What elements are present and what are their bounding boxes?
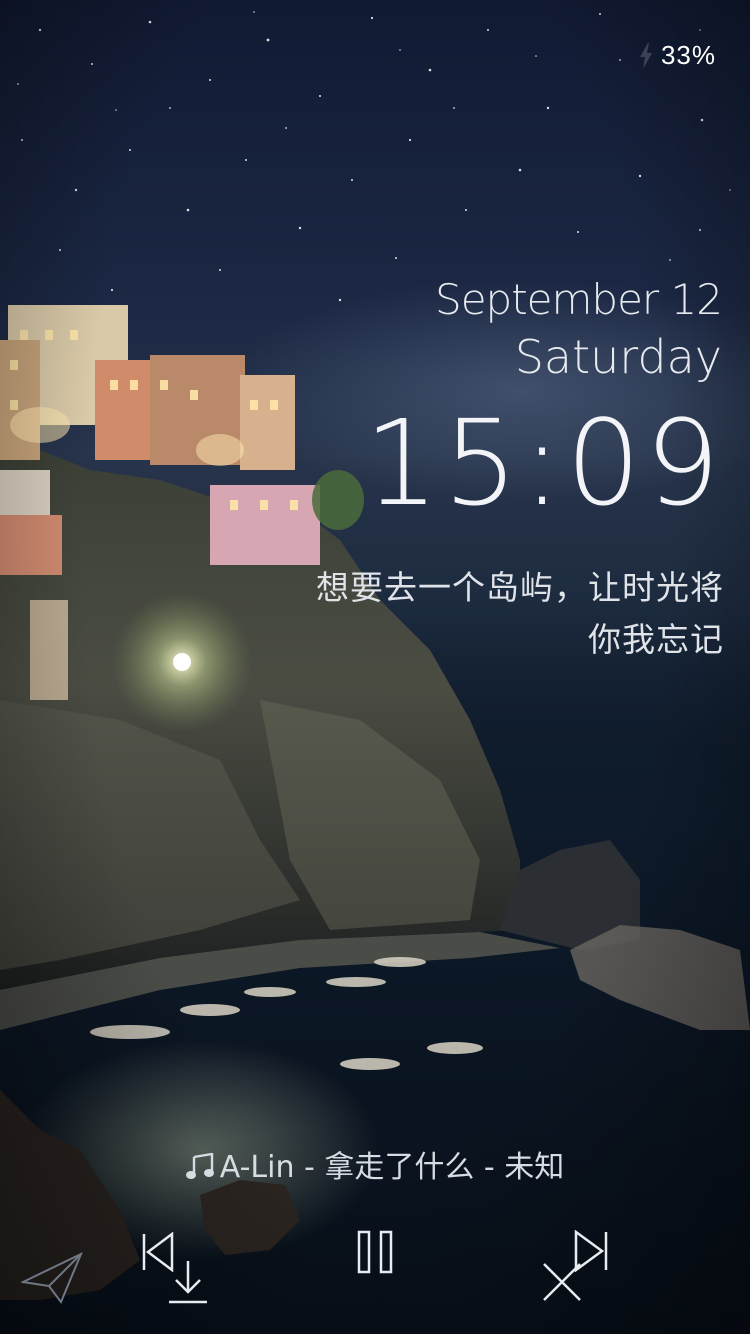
pause-icon [355,1230,395,1274]
lock-screen: 33% September 12 Saturday 15:09 想要去一个岛屿，… [0,0,750,1334]
dislike-button[interactable] [540,1260,584,1304]
status-bar: 33% [639,40,716,71]
music-note-icon [185,1146,216,1190]
lyric-line-2: 你我忘记 [588,620,724,659]
music-controls [0,1220,750,1320]
weekday-text: Saturday [514,330,722,384]
lyric-block: 想要去一个岛屿，让时光将 你我忘记 [204,562,724,666]
paper-plane-icon [21,1252,83,1304]
lightning-icon [639,42,653,69]
date-text: September 12 [435,275,723,324]
close-icon [541,1261,583,1303]
clock-time: 15:09 [363,394,724,532]
date-block: September 12 Saturday [435,272,723,386]
battery-percent: 33% [660,40,716,70]
now-playing-bar: A-Lin - 拿走了什么 - 未知 [0,1146,750,1190]
pause-button[interactable] [352,1228,398,1276]
now-playing-text: A-Lin - 拿走了什么 - 未知 [219,1150,565,1185]
download-button[interactable] [166,1258,210,1306]
share-button[interactable] [20,1250,84,1306]
download-icon [167,1259,209,1305]
cliff-village-scenery [0,305,750,1300]
lyric-line-1: 想要去一个岛屿，让时光将 [316,568,724,607]
